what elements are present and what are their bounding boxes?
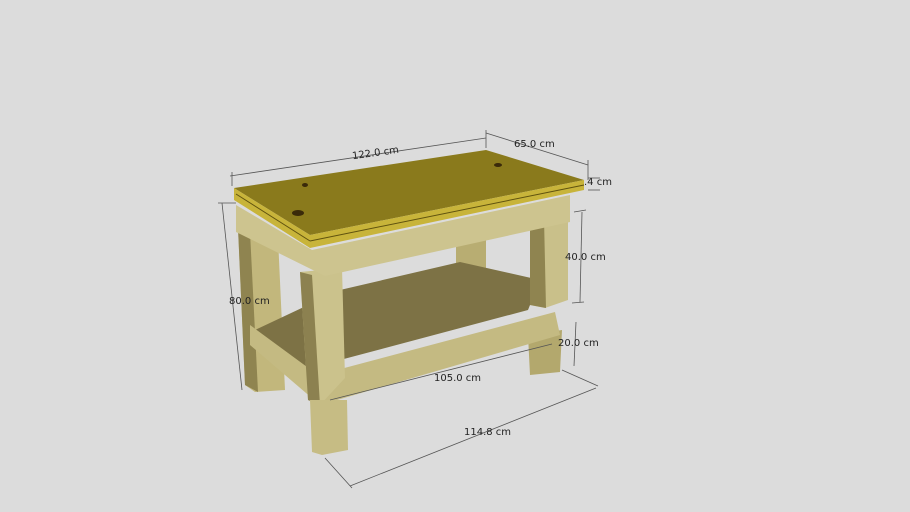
dimension-upper-leg: 40.0 cm bbox=[565, 252, 606, 263]
workbench-model bbox=[218, 130, 600, 489]
dimension-base-length: 114.8 cm bbox=[464, 427, 512, 438]
dimension-lower-leg: 20.0 cm bbox=[558, 338, 599, 349]
dimension-width: 65.0 cm bbox=[514, 139, 555, 150]
top-knot bbox=[302, 183, 308, 187]
dimension-shelf-length: 105.0 cm bbox=[434, 373, 482, 384]
front-leg-foot bbox=[310, 400, 348, 455]
dimension-top-thickness: .4 cm bbox=[584, 177, 612, 188]
dimension-height: 80.0 cm bbox=[229, 296, 270, 307]
top-knot bbox=[292, 210, 304, 216]
top-knot bbox=[494, 163, 502, 167]
model-viewport[interactable]: 122.0 cm 65.0 cm .4 cm 80.0 cm 40.0 cm 2… bbox=[0, 0, 910, 512]
